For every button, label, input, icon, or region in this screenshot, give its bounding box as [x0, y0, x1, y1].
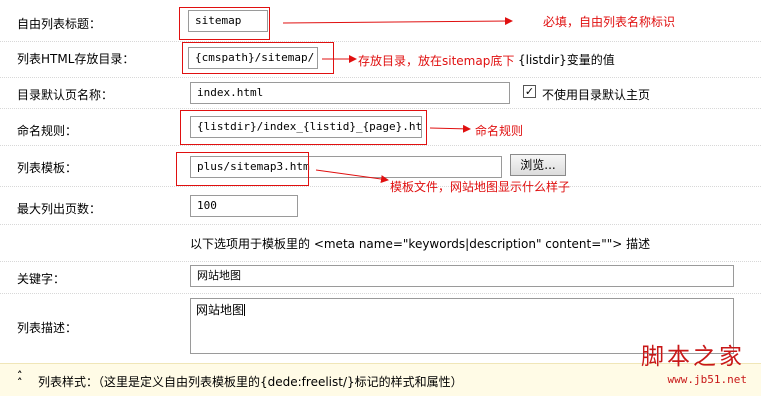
- annotation-arrows: [282, 17, 513, 183]
- list-style-section-title: 列表样式：（这里是定义自由列表模板里的{dede:freelist/}标记的样式…: [38, 375, 463, 389]
- arrow-required: [282, 17, 513, 26]
- double-chevron-up-icon[interactable]: ˄ ˄: [17, 370, 23, 388]
- watermark-logo: 脚本之家: [641, 344, 745, 370]
- arrow-naming: [429, 124, 471, 133]
- watermark-url: www.jb51.net: [667, 373, 747, 386]
- arrow-template: [315, 169, 389, 183]
